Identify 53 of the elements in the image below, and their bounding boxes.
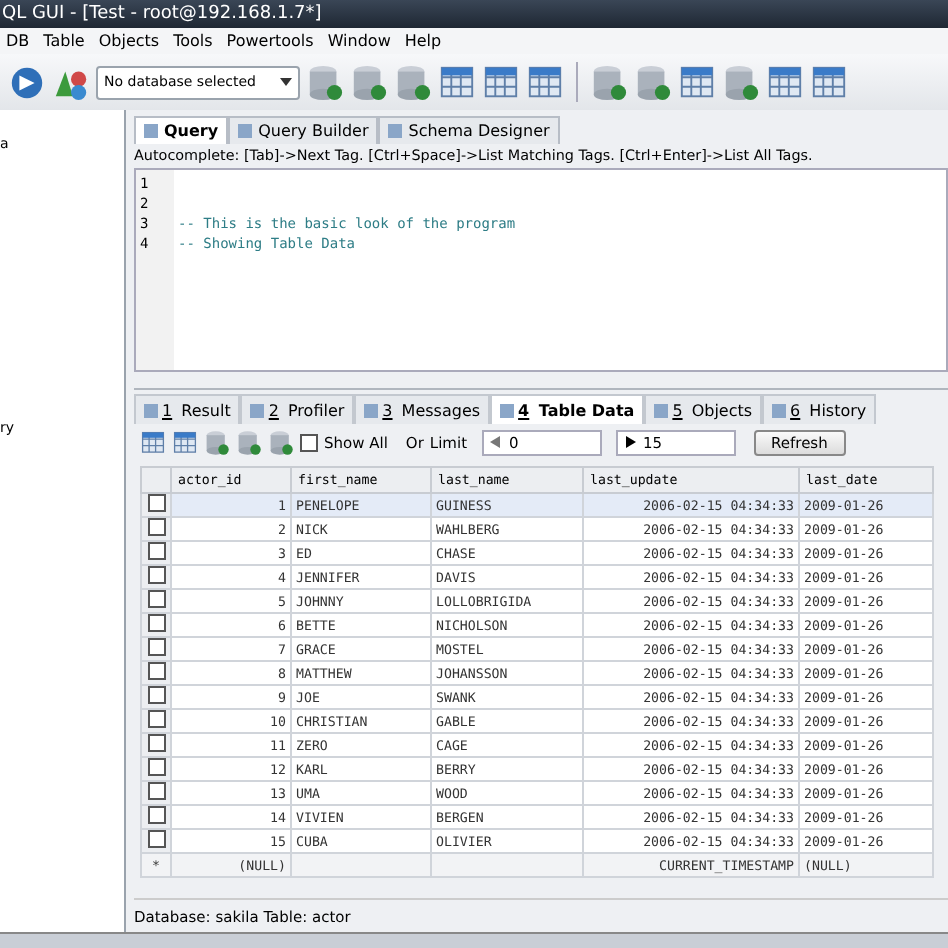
- row-checkbox[interactable]: [147, 518, 165, 536]
- grid-icon[interactable]: [526, 63, 564, 101]
- row-checkbox[interactable]: [147, 638, 165, 656]
- result-tab[interactable]: 6 History: [762, 394, 877, 424]
- grid-icon[interactable]: [678, 63, 716, 101]
- row-checkbox[interactable]: [147, 686, 165, 704]
- result-tab[interactable]: 3 Messages: [354, 394, 491, 424]
- row-checkbox[interactable]: [147, 662, 165, 680]
- menu-item[interactable]: DB: [6, 32, 30, 50]
- menu-item[interactable]: Table: [43, 32, 85, 50]
- caret-icon: [280, 78, 292, 86]
- row-checkbox[interactable]: [147, 806, 165, 824]
- result-tab[interactable]: 2 Profiler: [240, 394, 355, 424]
- database-icon[interactable]: [236, 429, 262, 455]
- menu-item[interactable]: Help: [404, 32, 442, 50]
- result-tab[interactable]: 4 Table Data: [490, 394, 645, 424]
- grid-icon[interactable]: [438, 63, 476, 101]
- database-icon[interactable]: [634, 63, 672, 101]
- row-checkbox[interactable]: [147, 614, 165, 632]
- grid-icon[interactable]: [482, 63, 520, 101]
- query-tab[interactable]: Query: [134, 116, 229, 144]
- row-checkbox[interactable]: [147, 590, 165, 608]
- row-checkbox[interactable]: [147, 710, 165, 728]
- database-icon[interactable]: [350, 63, 388, 101]
- database-icon[interactable]: [590, 63, 628, 101]
- row-checkbox[interactable]: [147, 734, 165, 752]
- grid-icon[interactable]: [810, 63, 848, 101]
- database-icon[interactable]: [306, 63, 344, 101]
- window-title: QL GUI - [Test - root@192.168.1.7*]: [2, 4, 322, 24]
- menu-item[interactable]: Powertools: [226, 32, 314, 50]
- row-checkbox[interactable]: [147, 758, 165, 776]
- row-checkbox[interactable]: [147, 542, 165, 560]
- result-tab[interactable]: 5 Objects: [644, 394, 763, 424]
- show-all-checkbox[interactable]: [300, 433, 318, 451]
- left-arrow-icon[interactable]: [489, 436, 502, 448]
- grid-icon[interactable]: [172, 429, 198, 455]
- grid-icon[interactable]: [140, 429, 166, 455]
- menu-item[interactable]: Tools: [173, 32, 213, 50]
- row-checkbox[interactable]: [147, 782, 165, 800]
- result-tab[interactable]: 1 Result: [134, 394, 241, 424]
- row-checkbox[interactable]: [147, 494, 165, 512]
- database-icon[interactable]: [268, 429, 294, 455]
- right-arrow-icon[interactable]: [623, 436, 636, 448]
- database-icon[interactable]: [394, 63, 432, 101]
- grid-icon[interactable]: [766, 63, 804, 101]
- row-checkbox[interactable]: [147, 566, 165, 584]
- database-icon[interactable]: [722, 63, 760, 101]
- query-tab[interactable]: Query Builder: [228, 116, 379, 144]
- row-checkbox[interactable]: [147, 830, 165, 848]
- menu-item[interactable]: Objects: [98, 32, 160, 50]
- query-tab[interactable]: Schema Designer: [378, 116, 560, 144]
- database-icon[interactable]: [204, 429, 230, 455]
- menu-item[interactable]: Window: [327, 32, 391, 50]
